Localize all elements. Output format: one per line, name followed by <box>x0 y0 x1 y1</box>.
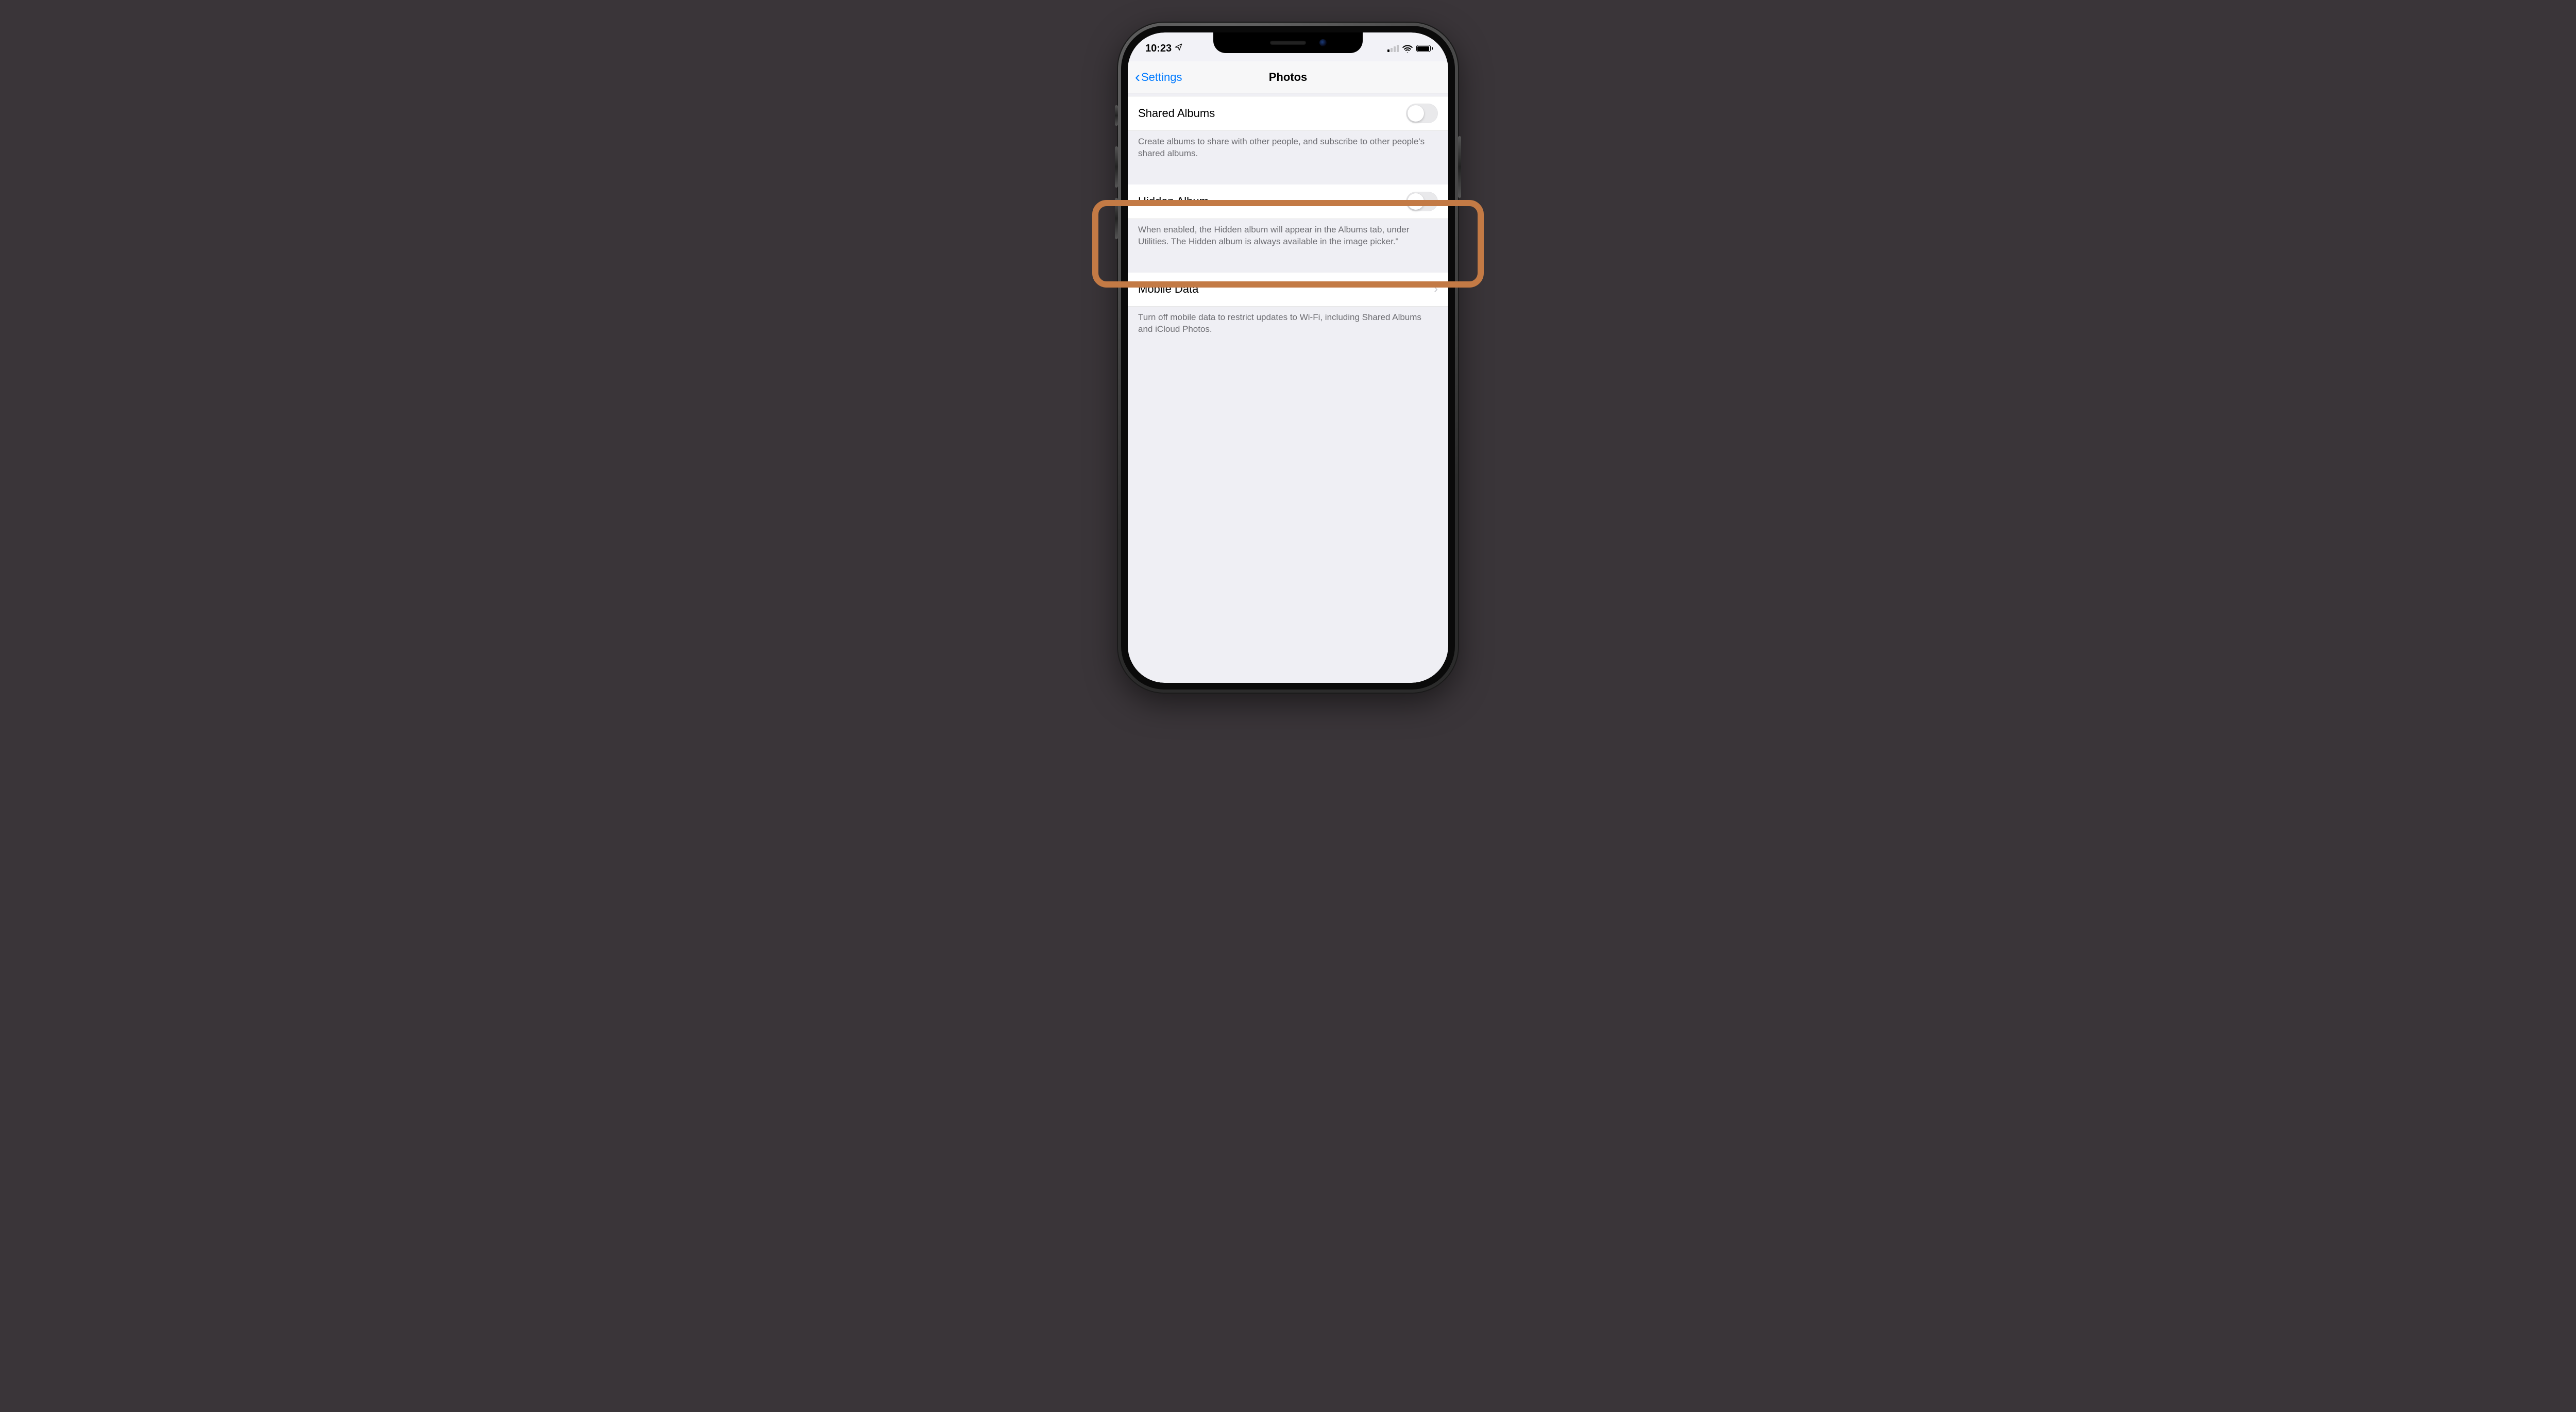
hidden-album-label: Hidden Album <box>1138 195 1209 208</box>
hidden-album-row[interactable]: Hidden Album <box>1128 184 1448 219</box>
volume-up-button <box>1115 146 1118 188</box>
power-button <box>1458 136 1461 198</box>
wifi-icon <box>1402 45 1413 53</box>
nav-bar: ‹ Settings Photos <box>1128 61 1448 93</box>
shared-albums-row[interactable]: Shared Albums <box>1128 96 1448 131</box>
settings-content[interactable]: Shared Albums Create albums to share wit… <box>1128 93 1448 683</box>
stage: 10:23 <box>886 0 1690 402</box>
volume-down-button <box>1115 198 1118 239</box>
page-title: Photos <box>1269 71 1308 84</box>
status-time: 10:23 <box>1145 43 1172 55</box>
shared-albums-label: Shared Albums <box>1138 107 1215 120</box>
notch <box>1213 32 1363 53</box>
battery-full-icon <box>1416 45 1433 52</box>
front-camera <box>1319 39 1327 46</box>
silence-switch <box>1115 105 1118 126</box>
shared-albums-toggle[interactable] <box>1406 104 1438 123</box>
status-left: 10:23 <box>1145 40 1182 55</box>
phone-bezel: 10:23 <box>1121 26 1455 690</box>
speaker-grille <box>1270 41 1306 45</box>
phone-inner: 10:23 <box>1128 32 1448 683</box>
mobile-data-label: Mobile Data <box>1138 282 1198 296</box>
section-gap <box>1128 167 1448 184</box>
chevron-left-icon: ‹ <box>1135 73 1140 82</box>
mobile-data-footer: Turn off mobile data to restrict updates… <box>1128 307 1448 343</box>
cellular-signal-icon <box>1387 45 1399 52</box>
shared-albums-footer: Create albums to share with other people… <box>1128 131 1448 167</box>
hidden-album-footer: When enabled, the Hidden album will appe… <box>1128 219 1448 255</box>
mobile-data-row[interactable]: Mobile Data › <box>1128 273 1448 307</box>
back-button[interactable]: ‹ Settings <box>1132 68 1185 87</box>
back-label: Settings <box>1141 71 1182 84</box>
section-gap <box>1128 255 1448 273</box>
location-arrow-icon <box>1175 43 1182 54</box>
phone-frame: 10:23 <box>1118 23 1458 693</box>
hidden-album-toggle[interactable] <box>1406 192 1438 211</box>
status-right <box>1387 42 1433 53</box>
chevron-right-icon: › <box>1434 282 1438 296</box>
screen: 10:23 <box>1128 32 1448 683</box>
